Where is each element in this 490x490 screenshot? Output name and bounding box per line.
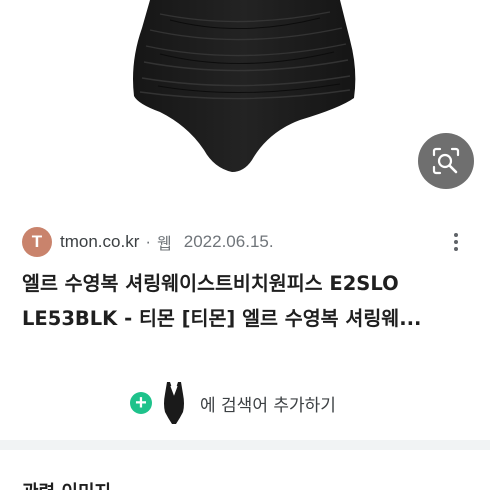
add-to-search-button[interactable]: + 에 검색어 추가하기 bbox=[130, 380, 336, 426]
more-options-button[interactable] bbox=[448, 230, 464, 254]
plus-icon: + bbox=[130, 392, 152, 414]
source-date: 2022.06.15. bbox=[183, 232, 274, 251]
result-image[interactable] bbox=[0, 0, 490, 200]
swimsuit-thumbnail bbox=[164, 382, 184, 424]
related-images-heading: 관련 이미지 bbox=[22, 478, 111, 490]
source-type: 웹 bbox=[157, 234, 172, 253]
site-favicon: T bbox=[22, 227, 52, 257]
result-title-line: LE53BLK - 티몬 [티몬] 엘르 수영복 셔링웨... bbox=[22, 307, 422, 330]
source-separator: · bbox=[145, 232, 152, 251]
result-title-link[interactable]: 엘르 수영복 셔링웨이스트비치원피스 E2SLO LE53BLK - 티몬 [티… bbox=[22, 266, 472, 336]
image-search-button[interactable] bbox=[418, 133, 474, 189]
source-domain: tmon.co.kr bbox=[60, 232, 140, 251]
add-to-search-label: 에 검색어 추가하기 bbox=[200, 395, 336, 416]
result-source[interactable]: T tmon.co.kr · 웹 2022.06.15. bbox=[22, 226, 478, 258]
result-title-line: 엘르 수영복 셔링웨이스트비치원피스 E2SLO bbox=[22, 272, 399, 295]
image-search-icon bbox=[432, 147, 460, 175]
section-divider bbox=[0, 440, 490, 450]
more-vert-icon bbox=[454, 233, 458, 237]
swimsuit-image bbox=[133, 0, 356, 172]
